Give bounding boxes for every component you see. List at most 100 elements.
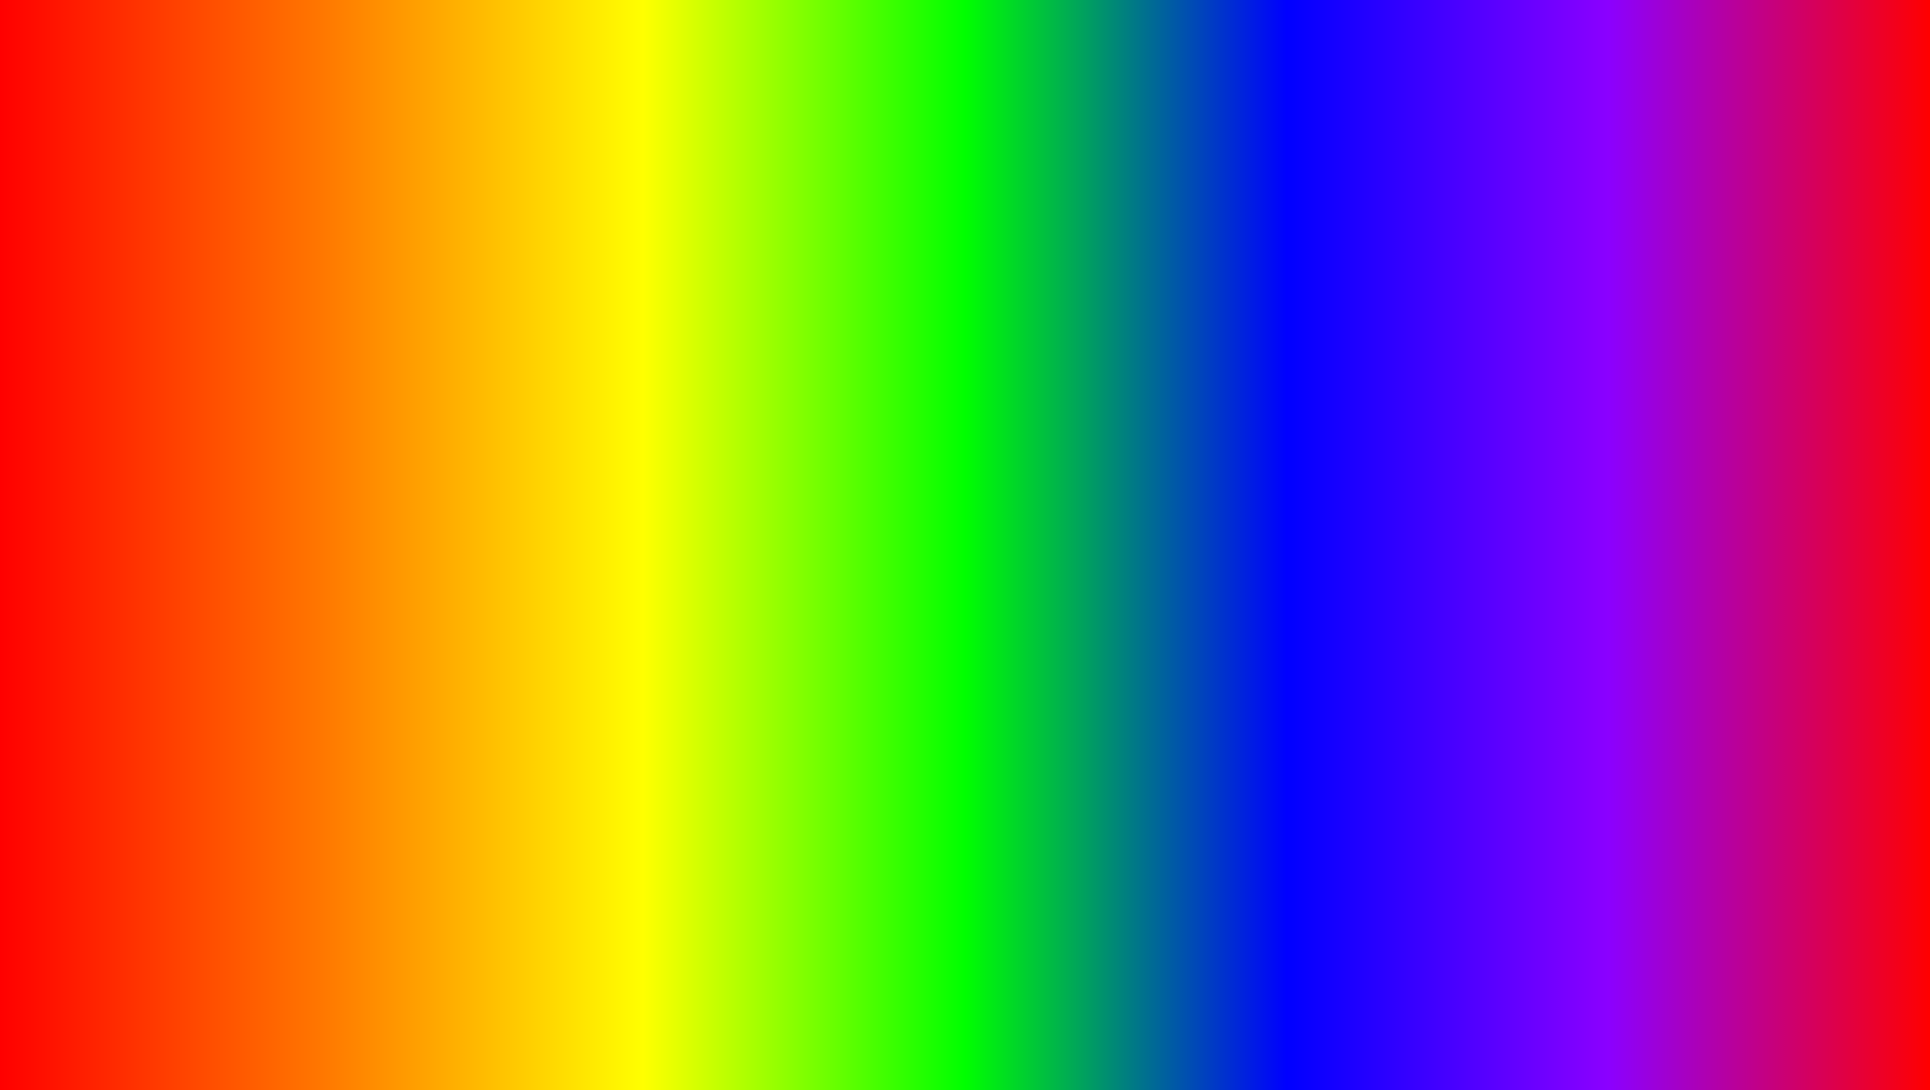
autoclash-label: Auto Clash [804,525,868,540]
row-warfanska: WarFansKa [282,357,658,391]
tab-main[interactable]: Main [290,306,354,330]
muganfarm-label: MuganFarm [804,367,874,382]
row-sythkillaura: SythKillAura [282,391,658,425]
nofail-button[interactable]: button [1135,466,1166,478]
window-left-titlebar: OniHubV1.5 ✎ ⟳ ✕ [282,272,658,300]
tab-farmsettings-icon [436,312,448,324]
version-label: 1.5 [760,951,893,1058]
tab-teleport[interactable]: Teleport [538,306,619,330]
pencil-icon-right[interactable]: ✎ [1110,279,1124,293]
row-tweenspeed: Tween Speed [792,391,1178,428]
refresh-icon[interactable]: ⟳ [612,279,626,293]
window-right-title: OniHubV1.5 [802,278,876,293]
tab-visuals-icon [916,312,928,324]
row-muganfarm: MuganFarm [792,357,1178,391]
tweenspeed-input[interactable] [1026,398,1166,421]
window-right: OniHubV1.5 ✎ ⟳ ✕ LocalPlayer Visuals Ext… [790,270,1180,551]
clawkillaura-toggle[interactable] [610,466,646,486]
swordkillaura-toggle[interactable] [610,500,646,520]
thumbnail-update-badge: UPDATE [1822,829,1880,850]
tab-du-icon [1172,312,1178,324]
swordkillaura-label: SwordKillAura [294,503,376,518]
clawkillaura-label: ClawKillAura [294,469,368,484]
tab-visuals-label: Visuals [932,311,970,325]
tab-localplayer-label: LocalPlayer [827,311,890,325]
nofail-label: NoFail [804,464,842,479]
fixscreen-label: FixScreen [804,493,863,508]
tab-misc[interactable]: Misc [358,306,421,330]
row-muganticket: MuganTicket(5kWen) button [792,428,1178,457]
tab-mugantrain[interactable]: MuganTrain [1055,306,1157,330]
tab-misc-label: Misc [385,311,410,325]
row-nofail: NoFail button [792,457,1178,486]
killaura-section-label: KillAura [282,337,658,357]
row-clawkillaura: ClawKillAura [282,459,658,493]
tab-visuals[interactable]: Visuals [905,306,981,330]
window-right-tabs: LocalPlayer Visuals Extra MuganTrain Du [792,300,1178,337]
update-label: UPDATE [359,951,747,1058]
pencil-icon[interactable]: ✎ [590,279,604,293]
tab-extra[interactable]: Extra [985,306,1051,330]
main-title: PROJECT SLAYERS [0,18,1930,158]
row-swordkillaura: SwordKillAura [282,493,658,527]
row-killauraop: KillAuraOp(Beta) [282,527,658,561]
fixscreen-button[interactable]: button [1135,495,1166,507]
bottom-text: UPDATE 1.5 SCRIPT PASTEBIN [0,950,1930,1060]
tab-extra-label: Extra [1012,311,1040,325]
sythkillaura-label: SythKillAura [294,401,365,416]
row-autoclash: Auto Clash [792,515,1178,549]
tab-misc-icon [369,312,381,324]
thumbnail-slayers-label: SLAYERS [1693,961,1887,982]
tab-farmsettings-label: FarmSettings [452,311,523,325]
window-left-title: OniHubV1.5 [292,278,366,293]
tab-farmsettings[interactable]: FarmSettings [425,306,534,330]
tab-main-label: Main [317,311,343,325]
sythkillaura-toggle[interactable] [610,398,646,418]
window-left-controls: ✎ ⟳ ✕ [590,279,648,293]
refresh-icon-right[interactable]: ⟳ [1132,279,1146,293]
window-left-tabs: Main Misc FarmSettings Teleport LocalP [282,300,658,337]
row-fixscreen: FixScreen button [792,486,1178,515]
tab-mugantrain-icon [1066,312,1078,324]
fistkillaura-label: FistKillAura [294,435,360,450]
warfanska-label: WarFansKa [294,367,362,382]
close-icon-right[interactable]: ✕ [1154,279,1168,293]
tab-teleport-icon [549,312,561,324]
thumbnail-inner: UPDATE 🗡️ PROJECT SLAYERS [1693,823,1887,987]
tab-main-icon [301,312,313,324]
script-label: SCRIPT [907,973,1183,1053]
tab-localp-icon [634,312,646,324]
window-left: OniHubV1.5 ✎ ⟳ ✕ Main Misc FarmSettings … [280,270,660,612]
godmode-label: GodMode [282,590,658,610]
pastebin-label: PASTEBIN [1196,973,1571,1053]
window-right-controls: ✎ ⟳ ✕ [1110,279,1168,293]
window-right-titlebar: OniHubV1.5 ✎ ⟳ ✕ [792,272,1178,300]
tweenspeed-label: Tween Speed [804,402,884,417]
tab-mugantrain-label: MuganTrain [1082,311,1146,325]
fistkillaura-toggle[interactable] [610,432,646,452]
watermark-text: PROJECT [60,816,278,960]
muganfarm-toggle[interactable] [1130,364,1166,384]
tab-extra-icon [996,312,1008,324]
row-toggleshield: ToggleShield button [282,561,658,590]
muganticket-label: MuganTicket(5kWen) [804,435,927,450]
close-icon-left[interactable]: ✕ [634,279,648,293]
tab-localp-label: LocalP [650,311,658,325]
thumbnail-logo: PROJECT SLAYERS [1693,946,1887,982]
killauraop-label: KillAuraOp(Beta) [294,537,392,552]
tab-du[interactable]: Du [1161,306,1178,330]
tab-teleport-label: Teleport [565,311,608,325]
tab-localp[interactable]: LocalP [623,306,658,330]
autoclash-toggle[interactable] [1130,522,1166,542]
muganticket-button[interactable]: button [1135,437,1166,449]
toggleshield-button[interactable]: button [615,570,646,582]
row-fistkillaura: FistKillAura [282,425,658,459]
tab-localplayer-icon [811,312,823,324]
thumbnail: UPDATE 🗡️ PROJECT SLAYERS [1690,820,1890,990]
thumbnail-proj-label: PROJECT [1693,946,1887,961]
mugansettings-section-label: MuganSettings [792,337,1178,357]
toggleshield-label: ToggleShield [294,568,368,583]
tab-localplayer[interactable]: LocalPlayer [800,306,901,330]
killauraop-toggle[interactable] [610,534,646,554]
warfanska-toggle[interactable] [610,364,646,384]
